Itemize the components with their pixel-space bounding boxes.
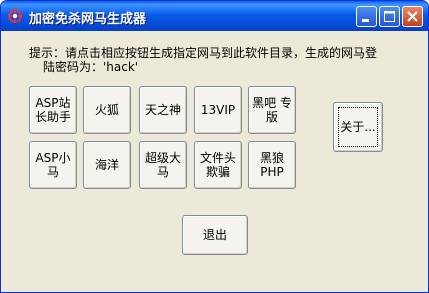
- app-icon: [8, 9, 22, 23]
- minimize-icon: [362, 19, 369, 22]
- heilang-php-button[interactable]: 黑狼 PHP: [248, 141, 296, 189]
- firefox-button[interactable]: 火狐: [83, 86, 131, 134]
- close-icon: [407, 11, 418, 22]
- heiba-edition-button[interactable]: 黑吧 专 版: [248, 86, 296, 134]
- hint-line-1: 提示：请点击相应按钮生成指定网马到此软件目录，生成的网马登: [29, 46, 378, 60]
- maximize-icon: [384, 11, 395, 22]
- super-big-horse-button[interactable]: 超级大 马: [139, 141, 187, 189]
- hint-line-2: 陆密码为：'hack': [43, 60, 139, 74]
- 13vip-button[interactable]: 13VIP: [194, 86, 242, 134]
- title-bar[interactable]: 加密免杀网马生成器: [1, 1, 428, 31]
- focus-rect: [338, 107, 378, 147]
- app-window: 加密免杀网马生成器 提示：请点击相应按钮生成指定网马到此软件目录，生成的网马登 …: [0, 0, 429, 293]
- about-button[interactable]: 关于...: [333, 102, 383, 152]
- exit-button[interactable]: 退出: [182, 215, 248, 255]
- asp-small-horse-button[interactable]: ASP小 马: [29, 141, 77, 189]
- minimize-button[interactable]: [356, 6, 377, 27]
- maximize-button[interactable]: [379, 6, 400, 27]
- tianzhishen-button[interactable]: 天之神: [139, 86, 187, 134]
- window-title: 加密免杀网马生成器: [29, 12, 147, 27]
- hint-text: 提示：请点击相应按钮生成指定网马到此软件目录，生成的网马登 陆密码为：'hack…: [29, 46, 409, 74]
- haiyang-button[interactable]: 海洋: [83, 141, 131, 189]
- asp-station-helper-button[interactable]: ASP站 长助手: [29, 86, 77, 134]
- close-button[interactable]: [402, 6, 423, 27]
- file-header-spoof-button[interactable]: 文件头 欺骗: [194, 141, 242, 189]
